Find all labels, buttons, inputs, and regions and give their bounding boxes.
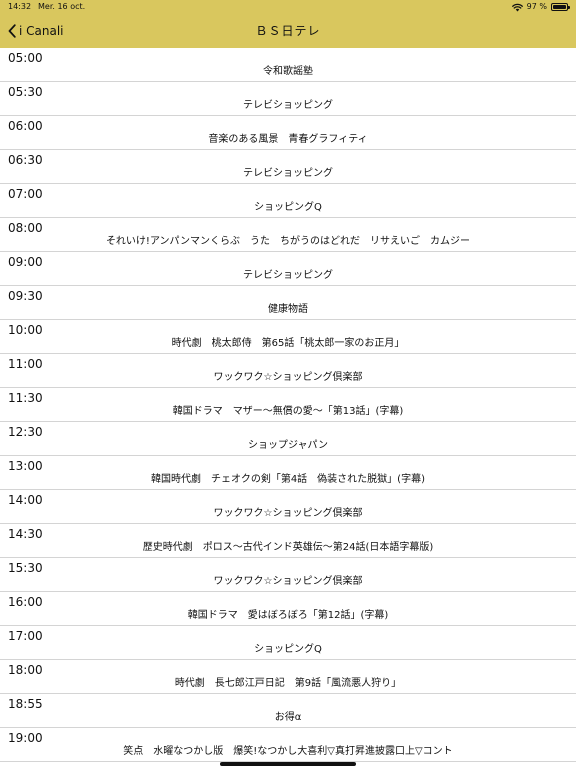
page-title: ＢＳ日テレ bbox=[255, 24, 321, 38]
status-bar: 14:32 Mer. 16 oct. 97 % bbox=[0, 0, 576, 14]
app-screen: 14:32 Mer. 16 oct. 97 % i Canali ＢＳ日テレ 0… bbox=[0, 0, 576, 768]
program-time: 17:00 bbox=[8, 629, 43, 643]
program-time: 11:30 bbox=[8, 391, 43, 405]
schedule-row[interactable]: 11:30 韓国ドラマ マザー～無償の愛～「第13話」(字幕) bbox=[0, 388, 576, 422]
program-title: 時代劇 長七郎江戸日記 第9話「風流悪人狩り」 bbox=[174, 678, 402, 689]
schedule-row[interactable]: 09:30 健康物語 bbox=[0, 286, 576, 320]
program-title: 韓国時代劇 チェオクの剣「第4話 偽装された脱獄」(字幕) bbox=[151, 474, 425, 485]
program-time: 18:55 bbox=[8, 697, 43, 711]
program-title: 歴史時代劇 ポロス～古代インド英雄伝～第24話(日本語字幕版) bbox=[142, 542, 434, 553]
program-time: 13:00 bbox=[8, 459, 43, 473]
program-time: 06:30 bbox=[8, 153, 43, 167]
schedule-row[interactable]: 18:55 お得α bbox=[0, 694, 576, 728]
program-title: テレビショッピング bbox=[243, 168, 333, 179]
program-title: 音楽のある風景 青春グラフィティ bbox=[208, 134, 368, 145]
schedule-row[interactable]: 10:00 時代劇 桃太郎侍 第65話「桃太郎一家のお正月」 bbox=[0, 320, 576, 354]
schedule-row[interactable]: 19:00 笑点 水曜なつかし版 爆笑!なつかし大喜利▽真打昇進披露口上▽コント bbox=[0, 728, 576, 762]
program-time: 14:30 bbox=[8, 527, 43, 541]
schedule-row[interactable]: 14:30 歴史時代劇 ポロス～古代インド英雄伝～第24話(日本語字幕版) bbox=[0, 524, 576, 558]
program-time: 18:00 bbox=[8, 663, 43, 677]
program-title: テレビショッピング bbox=[243, 100, 333, 111]
program-title: ワックワク☆ショッピング倶楽部 bbox=[213, 508, 363, 519]
program-time: 19:00 bbox=[8, 731, 43, 745]
program-time: 07:00 bbox=[8, 187, 43, 201]
battery-icon bbox=[551, 3, 570, 11]
schedule-row[interactable]: 05:30 テレビショッピング bbox=[0, 82, 576, 116]
program-title: ワックワク☆ショッピング倶楽部 bbox=[213, 576, 363, 587]
program-title: ショップジャパン bbox=[248, 440, 328, 451]
program-time: 09:00 bbox=[8, 255, 43, 269]
program-title: 笑点 水曜なつかし版 爆笑!なつかし大喜利▽真打昇進披露口上▽コント bbox=[123, 746, 453, 757]
schedule-list[interactable]: 05:00 令和歌謡塾 05:30 テレビショッピング 06:00 音楽のある風景 青… bbox=[0, 48, 576, 768]
program-title: ショッピングQ bbox=[254, 644, 322, 655]
schedule-row[interactable]: 12:30 ショップジャパン bbox=[0, 422, 576, 456]
schedule-row[interactable]: 16:00 韓国ドラマ 愛はぼろぼろ「第12話」(字幕) bbox=[0, 592, 576, 626]
schedule-row[interactable]: 06:00 音楽のある風景 青春グラフィティ bbox=[0, 116, 576, 150]
program-time: 05:00 bbox=[8, 51, 43, 65]
schedule-row[interactable]: 11:00 ワックワク☆ショッピング倶楽部 bbox=[0, 354, 576, 388]
schedule-row[interactable]: 17:00 ショッピングQ bbox=[0, 626, 576, 660]
schedule-row[interactable]: 18:00 時代劇 長七郎江戸日記 第9話「風流悪人狩り」 bbox=[0, 660, 576, 694]
schedule-row[interactable]: 07:00 ショッピングQ bbox=[0, 184, 576, 218]
program-title: 令和歌謡塾 bbox=[263, 66, 313, 77]
program-title: 韓国ドラマ 愛はぼろぼろ「第12話」(字幕) bbox=[187, 610, 389, 621]
program-time: 05:30 bbox=[8, 85, 43, 99]
program-title: ショッピングQ bbox=[254, 202, 322, 213]
program-time: 16:00 bbox=[8, 595, 43, 609]
program-time: 10:00 bbox=[8, 323, 43, 337]
program-title: 健康物語 bbox=[268, 304, 308, 315]
program-time: 12:30 bbox=[8, 425, 43, 439]
program-time: 06:00 bbox=[8, 119, 43, 133]
navigation-bar: i Canali ＢＳ日テレ bbox=[0, 14, 576, 48]
wifi-icon bbox=[511, 3, 523, 11]
home-indicator[interactable] bbox=[220, 762, 356, 766]
schedule-row[interactable]: 09:00 テレビショッピング bbox=[0, 252, 576, 286]
schedule-row[interactable]: 06:30 テレビショッピング bbox=[0, 150, 576, 184]
program-title: ワックワク☆ショッピング倶楽部 bbox=[213, 372, 363, 383]
program-title: テレビショッピング bbox=[243, 270, 333, 281]
program-title: 韓国ドラマ マザー～無償の愛～「第13話」(字幕) bbox=[172, 406, 404, 417]
header-bar: 14:32 Mer. 16 oct. 97 % i Canali ＢＳ日テレ bbox=[0, 0, 576, 48]
status-time: 14:32 bbox=[8, 2, 32, 11]
schedule-row[interactable]: 05:00 令和歌謡塾 bbox=[0, 48, 576, 82]
status-date: Mer. 16 oct. bbox=[38, 2, 86, 11]
program-time: 14:00 bbox=[8, 493, 43, 507]
status-indicators: 97 % bbox=[511, 0, 570, 14]
battery-level-fill bbox=[553, 5, 566, 9]
program-time: 09:30 bbox=[8, 289, 43, 303]
schedule-row[interactable]: 13:00 韓国時代劇 チェオクの剣「第4話 偽装された脱獄」(字幕) bbox=[0, 456, 576, 490]
program-time: 15:30 bbox=[8, 561, 43, 575]
battery-percentage: 97 % bbox=[526, 2, 547, 11]
program-title: 時代劇 桃太郎侍 第65話「桃太郎一家のお正月」 bbox=[171, 338, 405, 349]
program-time: 08:00 bbox=[8, 221, 43, 235]
program-title: お得α bbox=[274, 712, 302, 723]
schedule-row[interactable]: 15:30 ワックワク☆ショッピング倶楽部 bbox=[0, 558, 576, 592]
schedule-row[interactable]: 08:00 それいけ!アンパンマンくらぶ うた ちがうのはどれだ リサえいご カム… bbox=[0, 218, 576, 252]
battery-cap bbox=[568, 6, 570, 9]
program-title: それいけ!アンパンマンくらぶ うた ちがうのはどれだ リサえいご カムジー bbox=[105, 236, 471, 247]
program-time: 11:00 bbox=[8, 357, 43, 371]
schedule-row[interactable]: 14:00 ワックワク☆ショッピング倶楽部 bbox=[0, 490, 576, 524]
